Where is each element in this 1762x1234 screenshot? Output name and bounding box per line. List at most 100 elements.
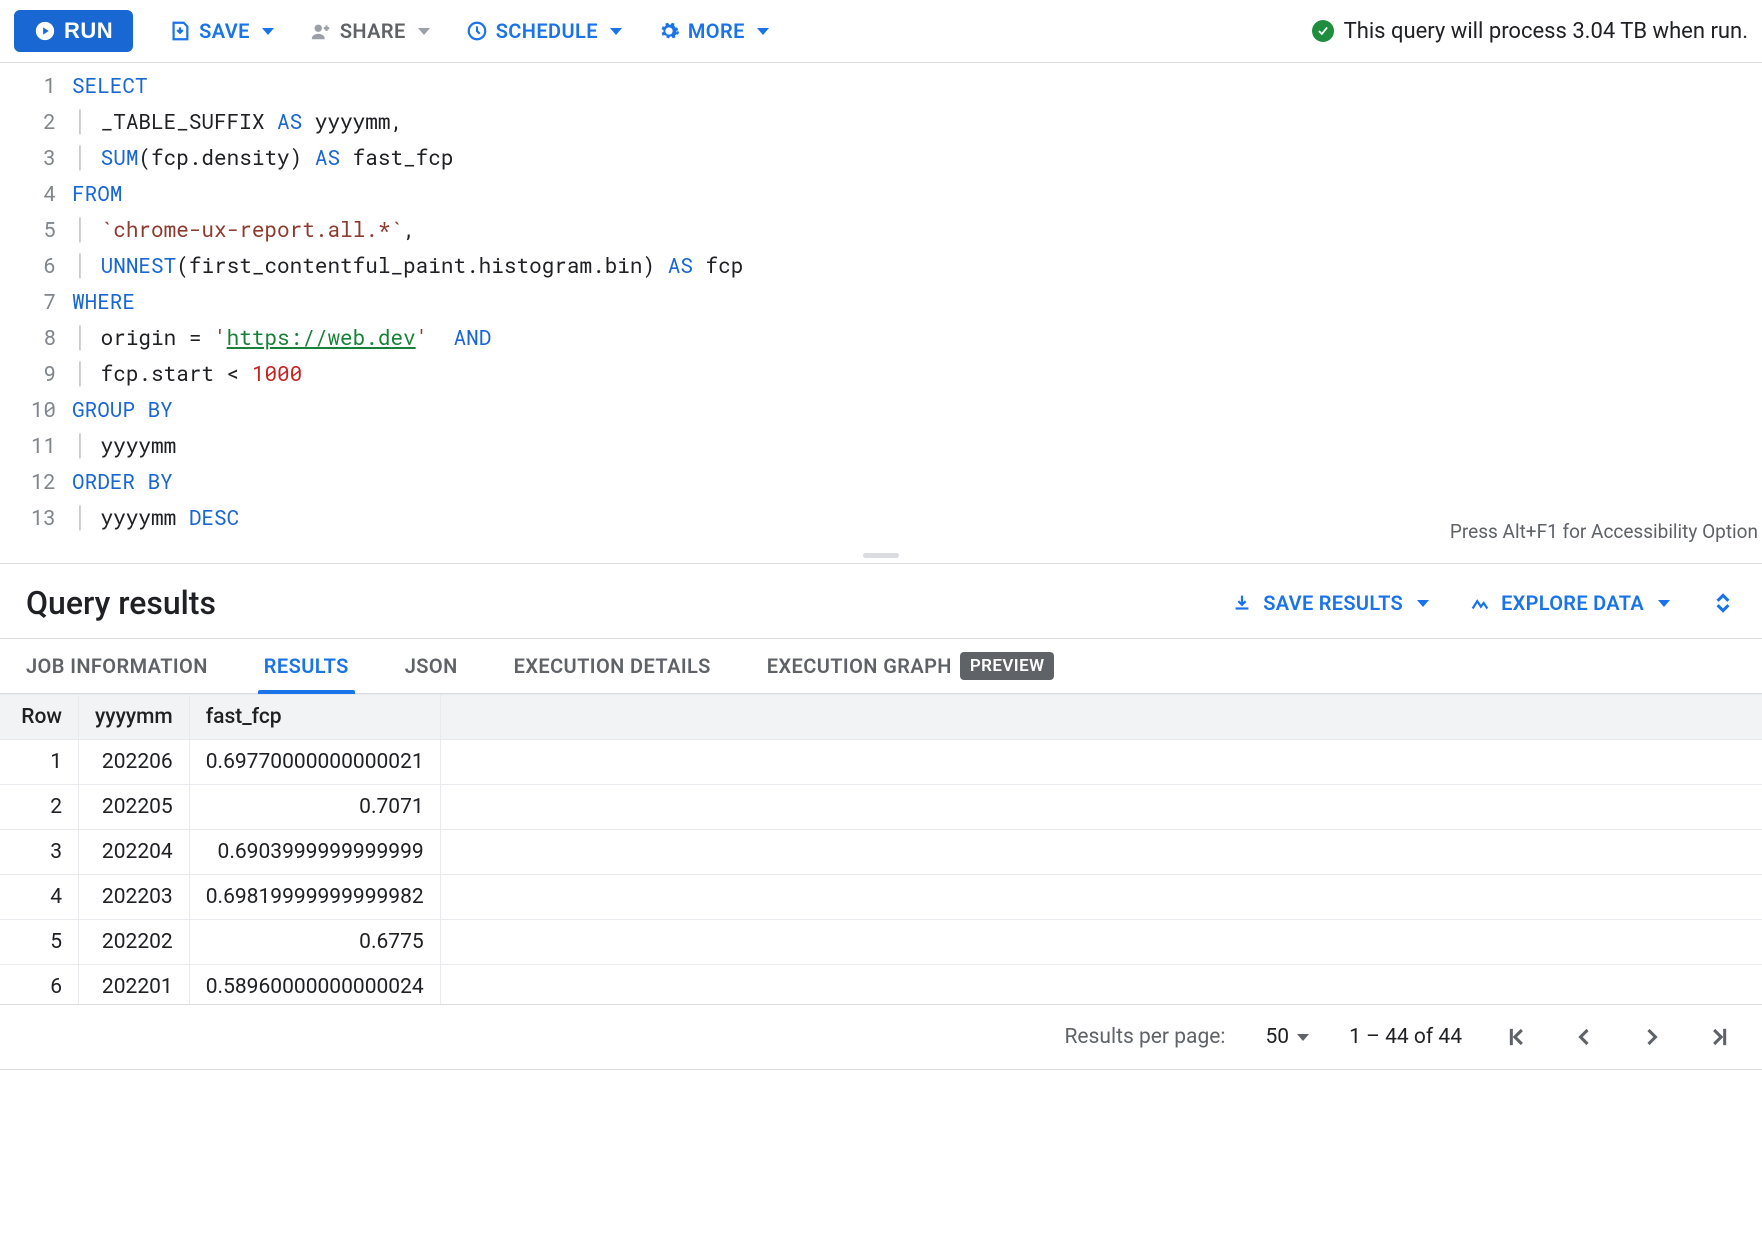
explore-data-label: EXPLORE DATA (1501, 591, 1644, 615)
editor-line[interactable]: 10GROUP BY (0, 391, 1762, 427)
page-size-value: 50 (1265, 1025, 1289, 1049)
results-title: Query results (26, 584, 216, 622)
line-number: 5 (0, 211, 72, 247)
code-text[interactable]: SELECT (72, 67, 148, 103)
cell-fast_fcp: 0.7071 (189, 785, 440, 830)
first-page-button[interactable] (1502, 1023, 1530, 1051)
results-per-page-label: Results per page: (1064, 1025, 1225, 1049)
share-button[interactable]: SHARE (310, 19, 430, 43)
line-number: 13 (0, 499, 72, 535)
cell-empty (440, 965, 1762, 1005)
editor-line[interactable]: 6│ UNNEST(first_contentful_paint.histogr… (0, 247, 1762, 283)
code-text[interactable]: │ `chrome-ux-report.all.*`, (72, 211, 416, 247)
code-text[interactable]: │ origin = 'https://web.dev' AND (72, 319, 491, 355)
table-row[interactable]: 52022020.6775 (0, 920, 1762, 965)
code-text[interactable]: │ yyyymm (72, 427, 176, 463)
tab-results[interactable]: RESULTS (264, 639, 349, 693)
table-row[interactable]: 42022030.69819999999999982 (0, 875, 1762, 920)
status-text: This query will process 3.04 TB when run… (1344, 19, 1748, 44)
cell-row: 6 (0, 965, 79, 1005)
prev-page-button[interactable] (1570, 1023, 1598, 1051)
run-button[interactable]: RUN (14, 10, 133, 52)
sql-editor[interactable]: 1SELECT2│ _TABLE_SUFFIX AS yyyymm,3│ SUM… (0, 63, 1762, 547)
cell-row: 2 (0, 785, 79, 830)
cell-row: 3 (0, 830, 79, 875)
code-text[interactable]: │ _TABLE_SUFFIX AS yyyymm, (72, 103, 403, 139)
save-results-button[interactable]: SAVE RESULTS (1231, 591, 1429, 615)
tab-json[interactable]: JSON (405, 639, 458, 693)
explore-data-button[interactable]: EXPLORE DATA (1469, 591, 1670, 615)
play-icon (34, 20, 56, 42)
tab-job-information[interactable]: JOB INFORMATION (26, 639, 208, 693)
table-row[interactable]: 32022040.6903999999999999 (0, 830, 1762, 875)
cell-yyyymm: 202203 (79, 875, 190, 920)
table-row[interactable]: 12022060.69770000000000021 (0, 740, 1762, 785)
explore-icon (1469, 592, 1491, 614)
cell-yyyymm: 202202 (79, 920, 190, 965)
line-number: 12 (0, 463, 72, 499)
editor-line[interactable]: 9│ fcp.start < 1000 (0, 355, 1762, 391)
results-table: Row yyyymm fast_fcp 12022060.69770000000… (0, 694, 1762, 1004)
cell-row: 1 (0, 740, 79, 785)
last-page-button[interactable] (1706, 1023, 1734, 1051)
save-icon (169, 20, 191, 42)
editor-line[interactable]: 5│ `chrome-ux-report.all.*`, (0, 211, 1762, 247)
schedule-label: SCHEDULE (496, 19, 598, 43)
cell-fast_fcp: 0.69770000000000021 (189, 740, 440, 785)
editor-line[interactable]: 7WHERE (0, 283, 1762, 319)
code-text[interactable]: ORDER BY (72, 463, 173, 499)
col-header-yyyymm[interactable]: yyyymm (79, 695, 190, 740)
gear-icon (658, 20, 680, 42)
code-text[interactable]: │ yyyymm DESC (72, 499, 239, 535)
col-header-fast-fcp[interactable]: fast_fcp (189, 695, 440, 740)
line-number: 8 (0, 319, 72, 355)
cell-empty (440, 920, 1762, 965)
code-text[interactable]: │ UNNEST(first_contentful_paint.histogra… (72, 247, 743, 283)
more-button[interactable]: MORE (658, 19, 769, 43)
tab-execution-details[interactable]: EXECUTION DETAILS (514, 639, 711, 693)
chevron-down-icon (1658, 600, 1670, 607)
line-number: 9 (0, 355, 72, 391)
code-text[interactable]: FROM (72, 175, 122, 211)
cell-yyyymm: 202206 (79, 740, 190, 785)
schedule-button[interactable]: SCHEDULE (466, 19, 622, 43)
line-number: 1 (0, 67, 72, 103)
results-header: Query results SAVE RESULTS EXPLORE DATA (0, 564, 1762, 638)
next-page-button[interactable] (1638, 1023, 1666, 1051)
chevron-down-icon (1417, 600, 1429, 607)
page-size-select[interactable]: 50 (1265, 1025, 1309, 1049)
save-label: SAVE (199, 19, 250, 43)
cell-yyyymm: 202204 (79, 830, 190, 875)
cell-row: 5 (0, 920, 79, 965)
editor-line[interactable]: 2│ _TABLE_SUFFIX AS yyyymm, (0, 103, 1762, 139)
resize-handle[interactable] (0, 547, 1762, 564)
chevron-down-icon (262, 28, 274, 35)
chevron-down-icon (418, 28, 430, 35)
code-text[interactable]: WHERE (72, 283, 135, 319)
save-button[interactable]: SAVE (169, 19, 274, 43)
editor-line[interactable]: 3│ SUM(fcp.density) AS fast_fcp (0, 139, 1762, 175)
share-label: SHARE (340, 19, 406, 43)
tab-execution-graph[interactable]: EXECUTION GRAPH PREVIEW (767, 639, 1055, 693)
code-text[interactable]: │ SUM(fcp.density) AS fast_fcp (72, 139, 454, 175)
cell-fast_fcp: 0.58960000000000024 (189, 965, 440, 1005)
editor-line[interactable]: 11│ yyyymm (0, 427, 1762, 463)
line-number: 11 (0, 427, 72, 463)
editor-line[interactable]: 4FROM (0, 175, 1762, 211)
line-number: 6 (0, 247, 72, 283)
editor-line[interactable]: 1SELECT (0, 67, 1762, 103)
cell-yyyymm: 202201 (79, 965, 190, 1005)
preview-badge: PREVIEW (960, 652, 1055, 680)
table-row[interactable]: 22022050.7071 (0, 785, 1762, 830)
col-header-row[interactable]: Row (0, 695, 79, 740)
chevron-down-icon (1297, 1034, 1309, 1041)
code-text[interactable]: GROUP BY (72, 391, 173, 427)
query-status: This query will process 3.04 TB when run… (1312, 19, 1748, 44)
download-icon (1231, 592, 1253, 614)
editor-line[interactable]: 12ORDER BY (0, 463, 1762, 499)
editor-line[interactable]: 8│ origin = 'https://web.dev' AND (0, 319, 1762, 355)
table-row[interactable]: 62022010.58960000000000024 (0, 965, 1762, 1005)
expand-icon[interactable] (1710, 590, 1736, 616)
check-circle-icon (1312, 20, 1334, 42)
code-text[interactable]: │ fcp.start < 1000 (72, 355, 302, 391)
